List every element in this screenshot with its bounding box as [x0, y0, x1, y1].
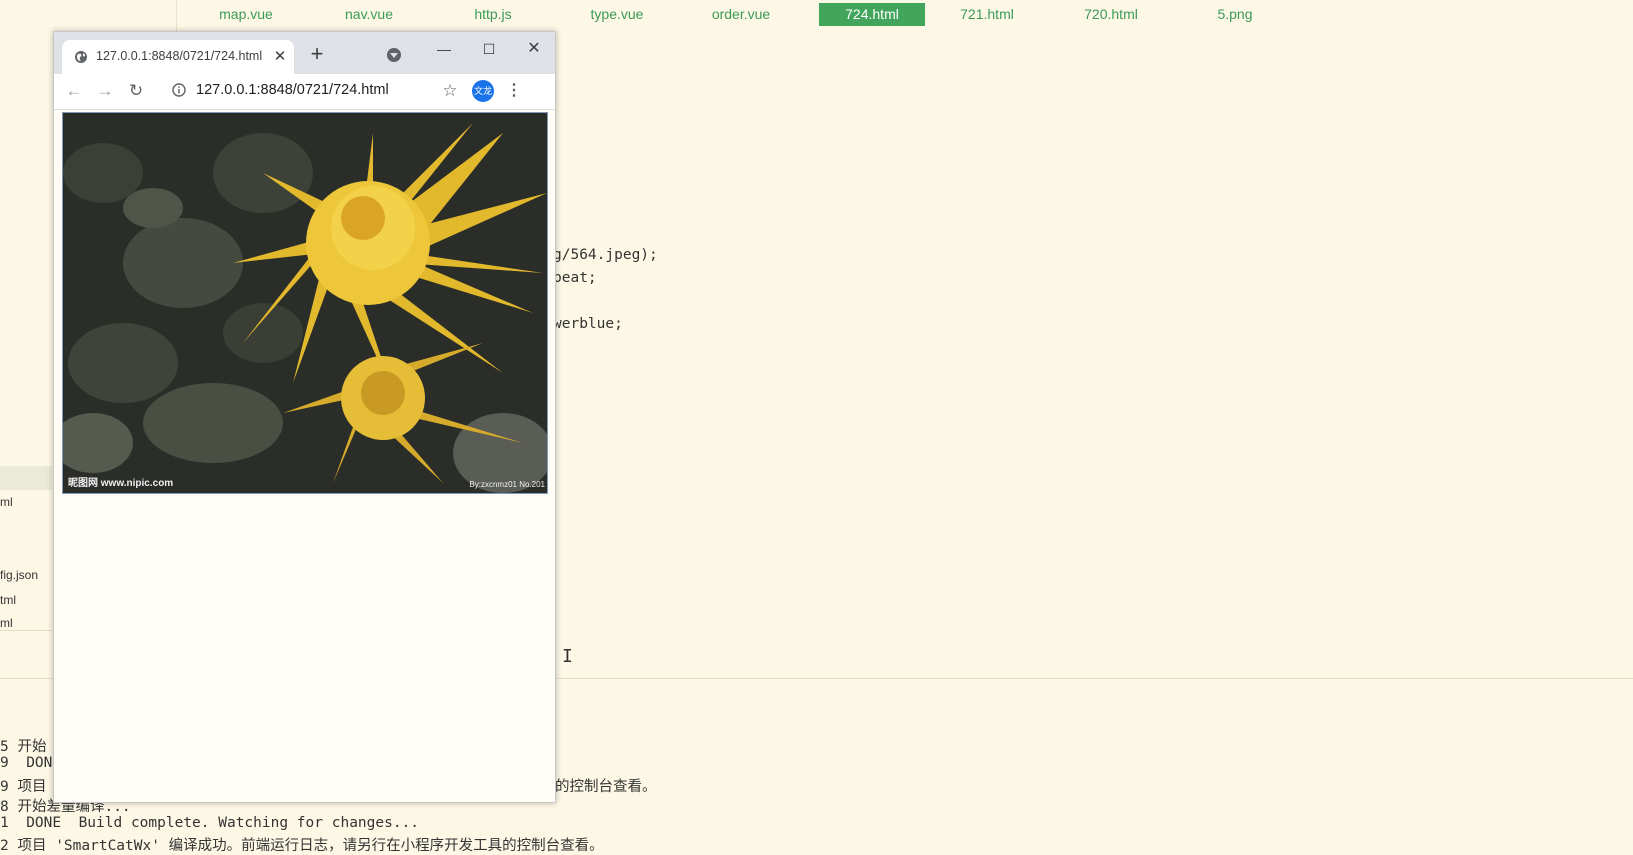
editor-tab[interactable]: 720.html: [1058, 3, 1164, 26]
console-line: 5 开始: [0, 739, 47, 755]
console-line: 1 DONE Build complete. Watching for chan…: [0, 815, 420, 831]
editor-tab[interactable]: 721.html: [934, 3, 1040, 26]
forward-arrow-icon[interactable]: →: [95, 81, 115, 101]
editor-tab-bar: map.vue nav.vue http.js type.vue order.v…: [176, 0, 1633, 30]
address-bar[interactable]: 127.0.0.1:8848/0721/724.html: [196, 82, 436, 100]
kebab-menu-icon[interactable]: ⋮: [506, 81, 522, 101]
close-window-icon[interactable]: ✕: [522, 38, 546, 60]
image-watermark-left: 昵图网 www.nipic.com: [68, 478, 174, 489]
chrysanthemum-image: 昵图网 www.nipic.com By:zxcnmz01 No.201: [62, 112, 548, 494]
info-icon[interactable]: [172, 83, 186, 97]
back-arrow-icon[interactable]: ←: [64, 81, 84, 101]
console-line: 9 DON: [0, 755, 53, 771]
console-line: 2 项目 'SmartCatWx' 编译成功。前端运行日志，请另行在小程序开发工…: [0, 838, 604, 854]
editor-tab[interactable]: http.js: [440, 3, 546, 26]
editor-tab[interactable]: map.vue: [193, 3, 299, 26]
editor-tab[interactable]: 5.png: [1182, 3, 1288, 26]
editor-tab[interactable]: nav.vue: [316, 3, 422, 26]
tab-title: 127.0.0.1:8848/0721/724.html: [96, 49, 263, 63]
browser-tab[interactable]: 127.0.0.1:8848/0721/724.html ✕: [62, 40, 294, 74]
maximize-icon[interactable]: ☐: [477, 38, 501, 60]
text-cursor-icon: I: [562, 646, 573, 667]
code-line[interactable]: peat;: [553, 270, 597, 286]
star-icon[interactable]: ☆: [440, 80, 460, 102]
new-tab-button[interactable]: +: [306, 43, 328, 66]
editor-tab[interactable]: type.vue: [564, 3, 670, 26]
reload-icon[interactable]: ↻: [126, 81, 146, 101]
editor-tab[interactable]: order.vue: [688, 3, 794, 26]
selected-file-row[interactable]: [0, 466, 52, 490]
chevron-down-icon[interactable]: [387, 48, 401, 62]
browser-toolbar: ← → ↻ 127.0.0.1:8848/0721/724.html ☆ 文龙 …: [54, 74, 555, 110]
divider: [0, 630, 52, 631]
sidebar-file[interactable]: fig.json: [0, 568, 38, 582]
close-icon[interactable]: ✕: [272, 49, 288, 65]
globe-icon: [75, 51, 87, 63]
sidebar-file[interactable]: ml: [0, 616, 13, 628]
avatar[interactable]: 文龙: [472, 80, 494, 102]
sidebar-file[interactable]: tml: [0, 593, 16, 607]
console-line: 9 项目: [0, 779, 47, 795]
browser-titlebar[interactable]: 127.0.0.1:8848/0721/724.html ✕ + — ☐ ✕: [54, 32, 555, 74]
console-line-tail: 的控制台查看。: [555, 779, 657, 795]
editor-tab-active[interactable]: 724.html: [819, 3, 925, 26]
code-line[interactable]: g/564.jpeg);: [553, 247, 658, 263]
image-watermark-right: By:zxcnmz01 No.201: [469, 480, 545, 489]
code-line[interactable]: werblue;: [553, 316, 623, 332]
page-viewport: 昵图网 www.nipic.com By:zxcnmz01 No.201: [54, 110, 555, 802]
sidebar-file[interactable]: ml: [0, 495, 13, 509]
minimize-icon[interactable]: —: [432, 38, 456, 60]
browser-window: 127.0.0.1:8848/0721/724.html ✕ + — ☐ ✕ ←…: [53, 31, 556, 803]
